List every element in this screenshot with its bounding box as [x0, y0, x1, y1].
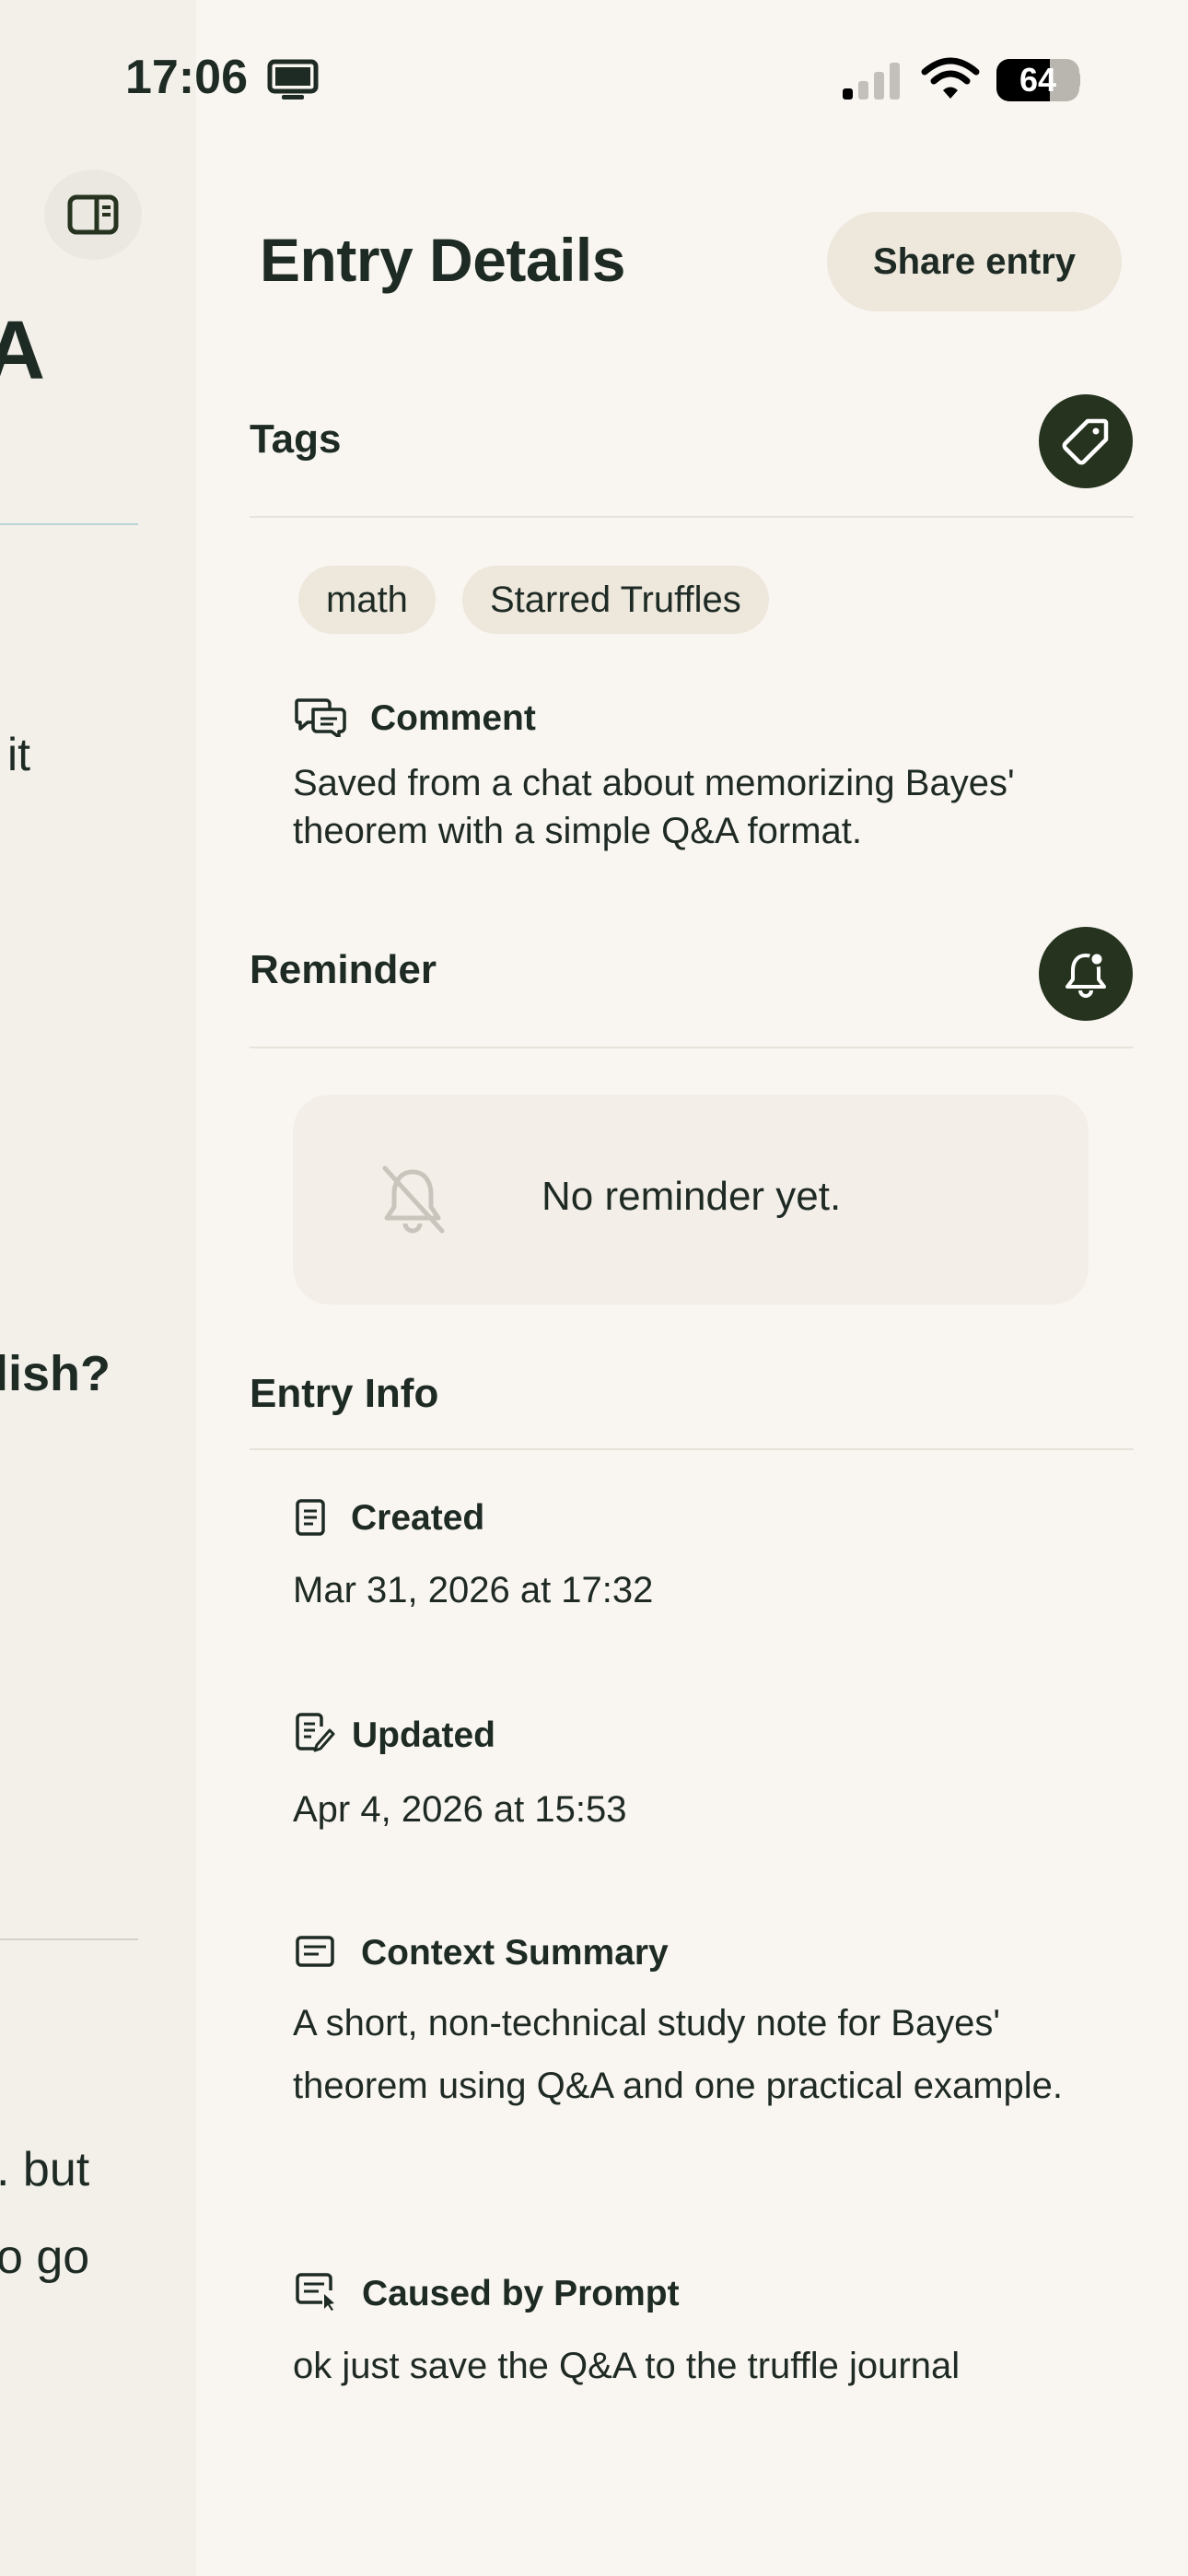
screen-mirroring-icon [267, 59, 319, 100]
comment-icon [295, 698, 346, 737]
divider [0, 1938, 138, 1940]
edit-document-icon [296, 1713, 335, 1752]
reminder-section-title: Reminder [250, 947, 437, 992]
background-text: A [0, 305, 45, 397]
divider [0, 523, 138, 525]
updated-label: Updated [352, 1715, 495, 1755]
tag-icon [1062, 418, 1109, 465]
divider [250, 1448, 1134, 1450]
battery-indicator: 64 [996, 59, 1079, 101]
bell-off-icon [382, 1165, 445, 1234]
context-summary-value: A short, non-technical study note for Ba… [293, 2003, 1064, 2106]
battery-level: 64 [1019, 61, 1057, 99]
background-pane: A it lish? . but o go [0, 0, 196, 2576]
cellular-signal-icon [843, 63, 900, 100]
reminder-empty-text: No reminder yet. [542, 1174, 842, 1219]
document-icon [296, 1499, 325, 1536]
caused-by-prompt-value: ok just save the Q&A to the truffle jour… [293, 2346, 961, 2386]
background-text: . but [0, 2143, 90, 2196]
wifi-icon [921, 57, 980, 99]
prompt-icon [296, 2273, 334, 2311]
comment-label: Comment [370, 698, 536, 738]
battery-cap [1074, 72, 1080, 88]
background-text: lish? [0, 1346, 111, 1401]
background-text: o go [0, 2231, 90, 2284]
divider [250, 1047, 1134, 1048]
reminder-empty-state: No reminder yet. [293, 1095, 1089, 1305]
add-tag-button[interactable] [1039, 394, 1133, 488]
add-reminder-button[interactable] [1039, 927, 1133, 1021]
sidebar-toggle-button[interactable] [44, 170, 142, 260]
context-summary-label: Context Summary [361, 1933, 669, 1973]
status-time: 17:06 [125, 51, 248, 104]
tag-chip[interactable]: Starred Truffles [462, 566, 769, 634]
bell-add-icon [1066, 951, 1106, 998]
share-entry-button[interactable]: Share entry [827, 212, 1122, 311]
tag-chip[interactable]: math [298, 566, 436, 634]
page-title: Entry Details [260, 226, 625, 294]
created-value: Mar 31, 2026 at 17:32 [293, 1570, 654, 1610]
comment-text: Saved from a chat about memorizing Bayes… [293, 763, 1015, 851]
background-text: it [7, 729, 30, 780]
summary-icon [296, 1936, 334, 1967]
created-label: Created [351, 1498, 485, 1538]
updated-value: Apr 4, 2026 at 15:53 [293, 1789, 627, 1830]
sidebar-icon [67, 194, 119, 235]
tags-section-title: Tags [250, 416, 342, 462]
divider [250, 516, 1134, 518]
entry-info-section-title: Entry Info [250, 1371, 439, 1416]
caused-by-prompt-label: Caused by Prompt [362, 2274, 680, 2313]
